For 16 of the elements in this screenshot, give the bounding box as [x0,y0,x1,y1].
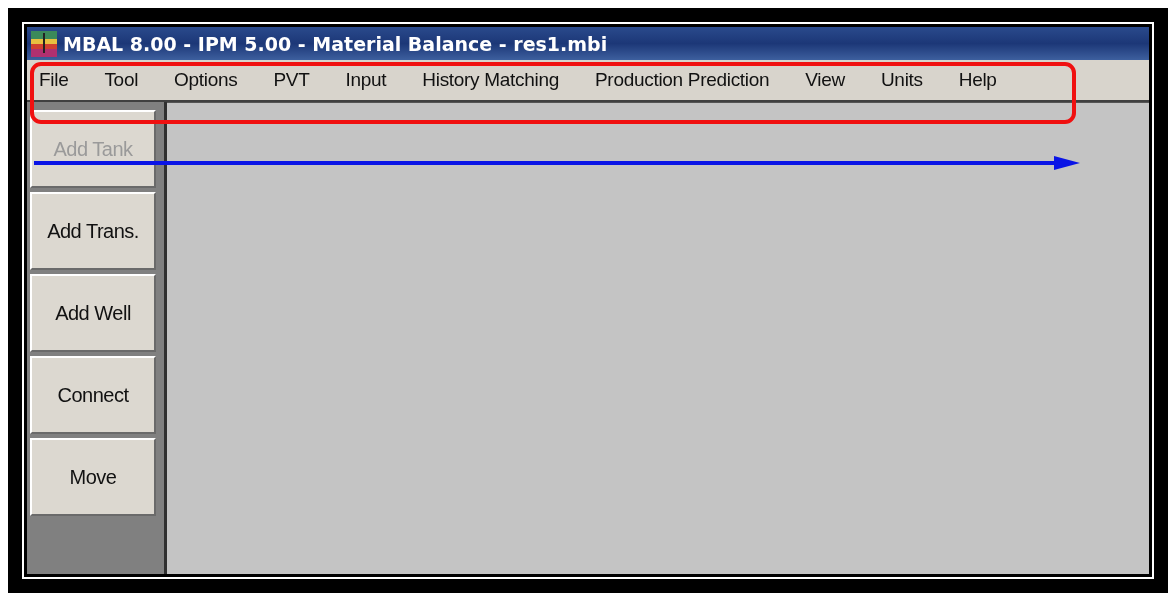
app-logo-icon [31,30,57,57]
menu-item[interactable]: View [805,69,859,91]
menu-item[interactable]: Help [958,69,1011,91]
menu-item[interactable]: History Matching [422,69,573,91]
toolbar-button[interactable]: Add Trans. [30,192,156,270]
toolbar-button[interactable]: Move [30,438,156,516]
menu-item[interactable]: File [39,69,83,91]
menu-item[interactable]: Units [880,69,937,91]
toolbar-button[interactable]: Add Well [30,274,156,352]
menu-item[interactable]: Production Prediction [595,69,784,91]
toolbar-button[interactable]: Connect [30,356,156,434]
menu-item[interactable]: Input [345,69,401,91]
menu-item[interactable]: Options [174,69,252,91]
menu-item[interactable]: Tool [104,69,153,91]
menu-item[interactable]: PVT [273,69,324,91]
window-title: MBAL 8.00 - IPM 5.00 - Material Balance - res1.mbi [63,32,608,55]
